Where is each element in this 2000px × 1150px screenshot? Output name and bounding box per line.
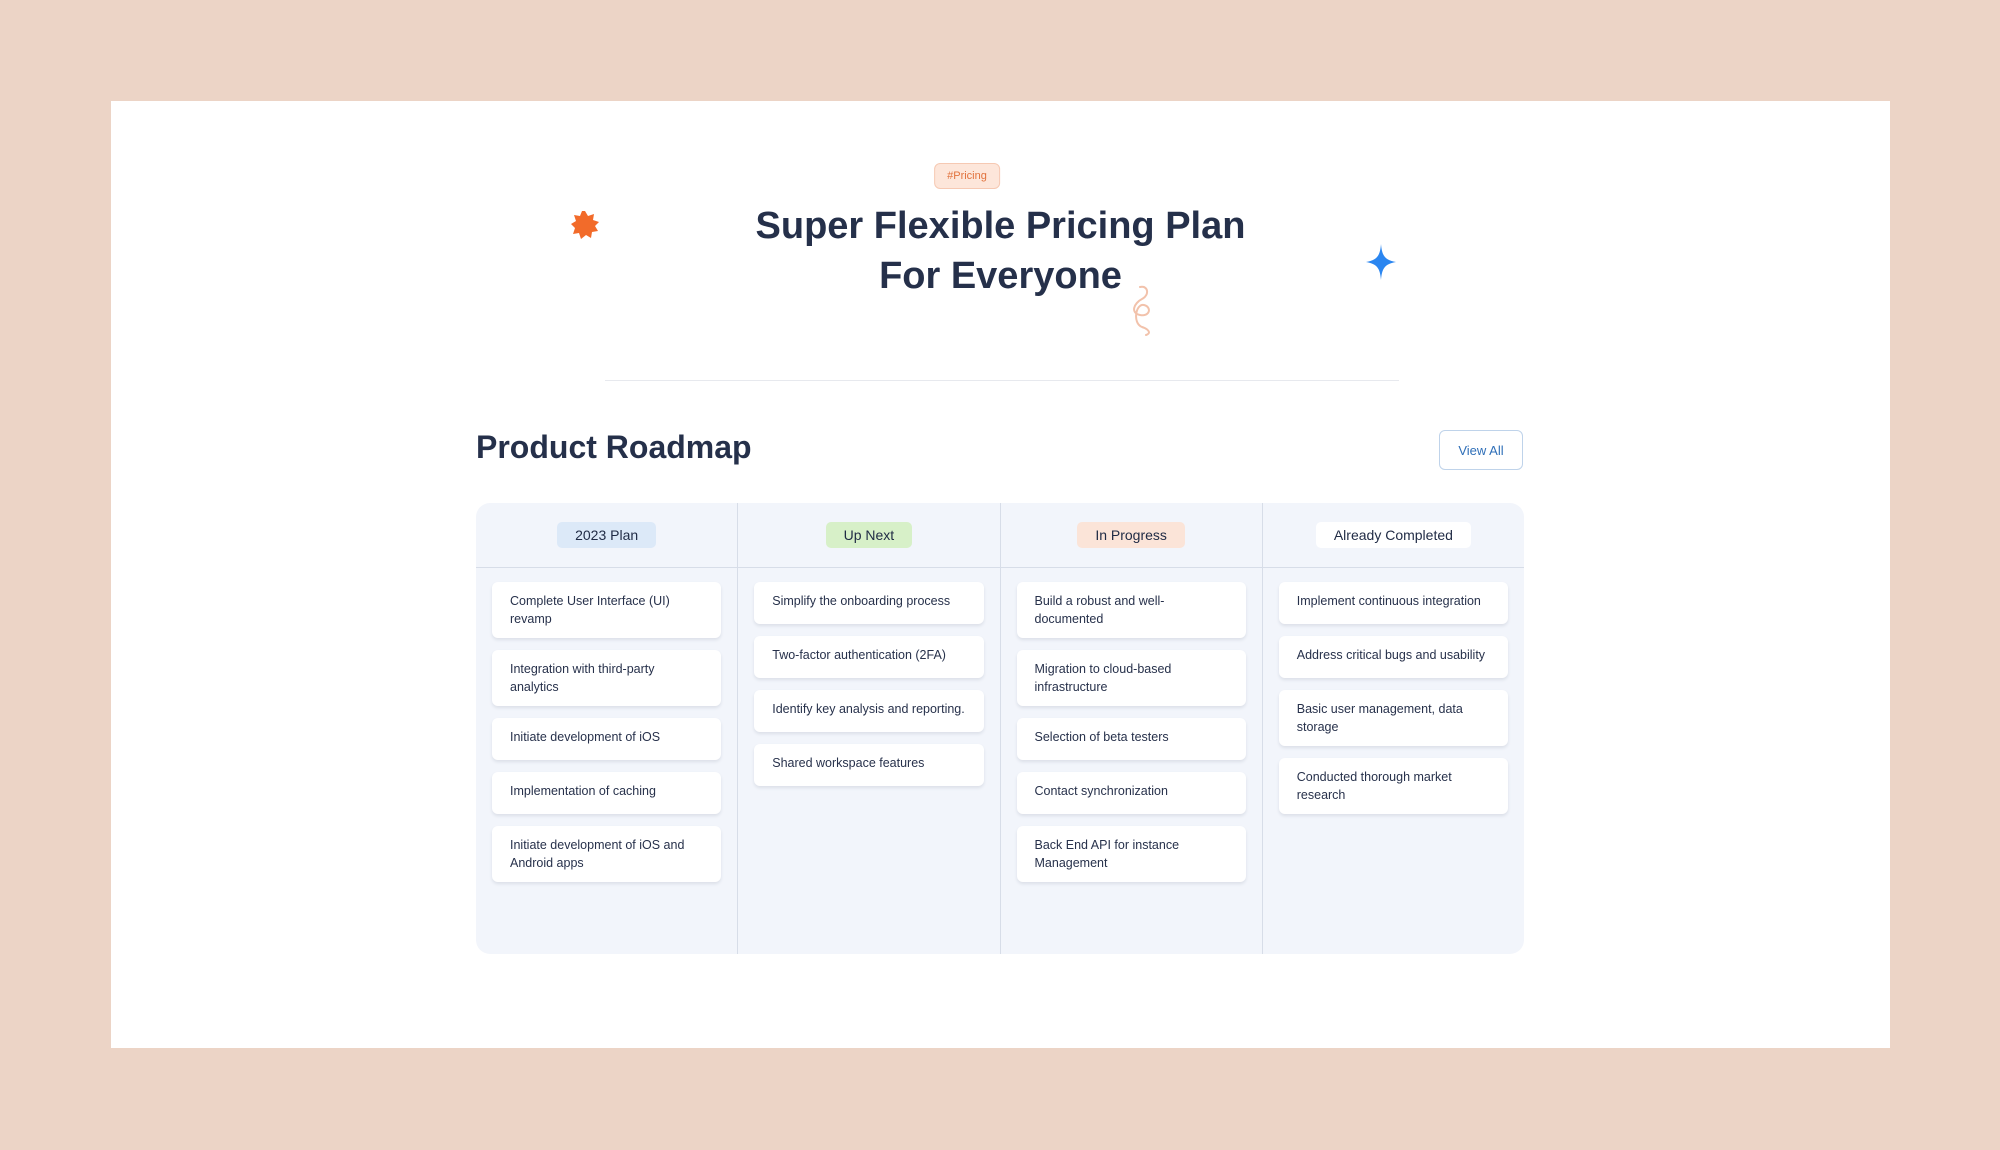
orange-burst-icon xyxy=(571,211,599,239)
roadmap-item[interactable]: Migration to cloud-based infrastructure xyxy=(1016,650,1246,706)
section-divider xyxy=(605,380,1399,381)
column-badge-already-completed: Already Completed xyxy=(1315,522,1471,548)
column-badge-up-next: Up Next xyxy=(825,522,913,548)
roadmap-item[interactable]: Identify key analysis and reporting. xyxy=(754,690,984,732)
hero-title: Super Flexible Pricing Plan For Everyone xyxy=(111,201,1890,301)
squiggle-icon xyxy=(1133,285,1150,336)
column-items: Complete User Interface (UI) revamp Inte… xyxy=(476,568,737,882)
roadmap-item[interactable]: Back End API for instance Management xyxy=(1016,826,1246,882)
roadmap-item[interactable]: Selection of beta testers xyxy=(1016,718,1246,760)
column-header: Up Next xyxy=(738,503,1000,568)
column-header: Already Completed xyxy=(1262,503,1524,568)
roadmap-item[interactable]: Build a robust and well-documented xyxy=(1016,582,1246,638)
roadmap-item[interactable]: Simplify the onboarding process xyxy=(754,582,984,624)
roadmap-item[interactable]: Implement continuous integration xyxy=(1278,582,1508,624)
column-items: Simplify the onboarding process Two-fact… xyxy=(738,568,999,786)
view-all-button[interactable]: View All xyxy=(1439,430,1523,470)
blue-sparkle-icon xyxy=(1366,244,1396,280)
column-badge-in-progress: In Progress xyxy=(1077,522,1185,548)
roadmap-item[interactable]: Two-factor authentication (2FA) xyxy=(754,636,984,678)
column-already-completed: Already Completed Implement continuous i… xyxy=(1261,503,1524,954)
page-card: #Pricing Super Flexible Pricing Plan For… xyxy=(111,101,1890,1048)
roadmap-item[interactable]: Conducted thorough market research xyxy=(1278,758,1508,814)
roadmap-item[interactable]: Address critical bugs and usability xyxy=(1278,636,1508,678)
hero-title-line1: Super Flexible Pricing Plan xyxy=(755,205,1246,247)
roadmap-item[interactable]: Contact synchronization xyxy=(1016,772,1246,814)
column-header: 2023 Plan xyxy=(476,503,738,568)
roadmap-item[interactable]: Complete User Interface (UI) revamp xyxy=(492,582,722,638)
roadmap-item[interactable]: Initiate development of iOS and Android … xyxy=(492,826,722,882)
hero-title-line2: For Everyone xyxy=(879,255,1122,297)
pricing-tag: #Pricing xyxy=(934,163,1000,189)
column-up-next: Up Next Simplify the onboarding process … xyxy=(737,503,1000,954)
column-badge-2023-plan: 2023 Plan xyxy=(557,522,657,548)
column-in-progress: In Progress Build a robust and well-docu… xyxy=(999,503,1262,954)
roadmap-board: 2023 Plan Complete User Interface (UI) r… xyxy=(476,503,1524,954)
roadmap-title: Product Roadmap xyxy=(476,429,752,465)
roadmap-item[interactable]: Shared workspace features xyxy=(754,744,984,786)
column-header: In Progress xyxy=(1000,503,1262,568)
roadmap-item[interactable]: Initiate development of iOS xyxy=(492,718,722,760)
roadmap-item[interactable]: Implementation of caching xyxy=(492,772,722,814)
column-items: Implement continuous integration Address… xyxy=(1263,568,1524,814)
roadmap-item[interactable]: Integration with third-party analytics xyxy=(492,650,722,706)
column-items: Build a robust and well-documented Migra… xyxy=(1001,568,1262,882)
roadmap-item[interactable]: Basic user management, data storage xyxy=(1278,690,1508,746)
column-2023-plan: 2023 Plan Complete User Interface (UI) r… xyxy=(476,503,738,954)
